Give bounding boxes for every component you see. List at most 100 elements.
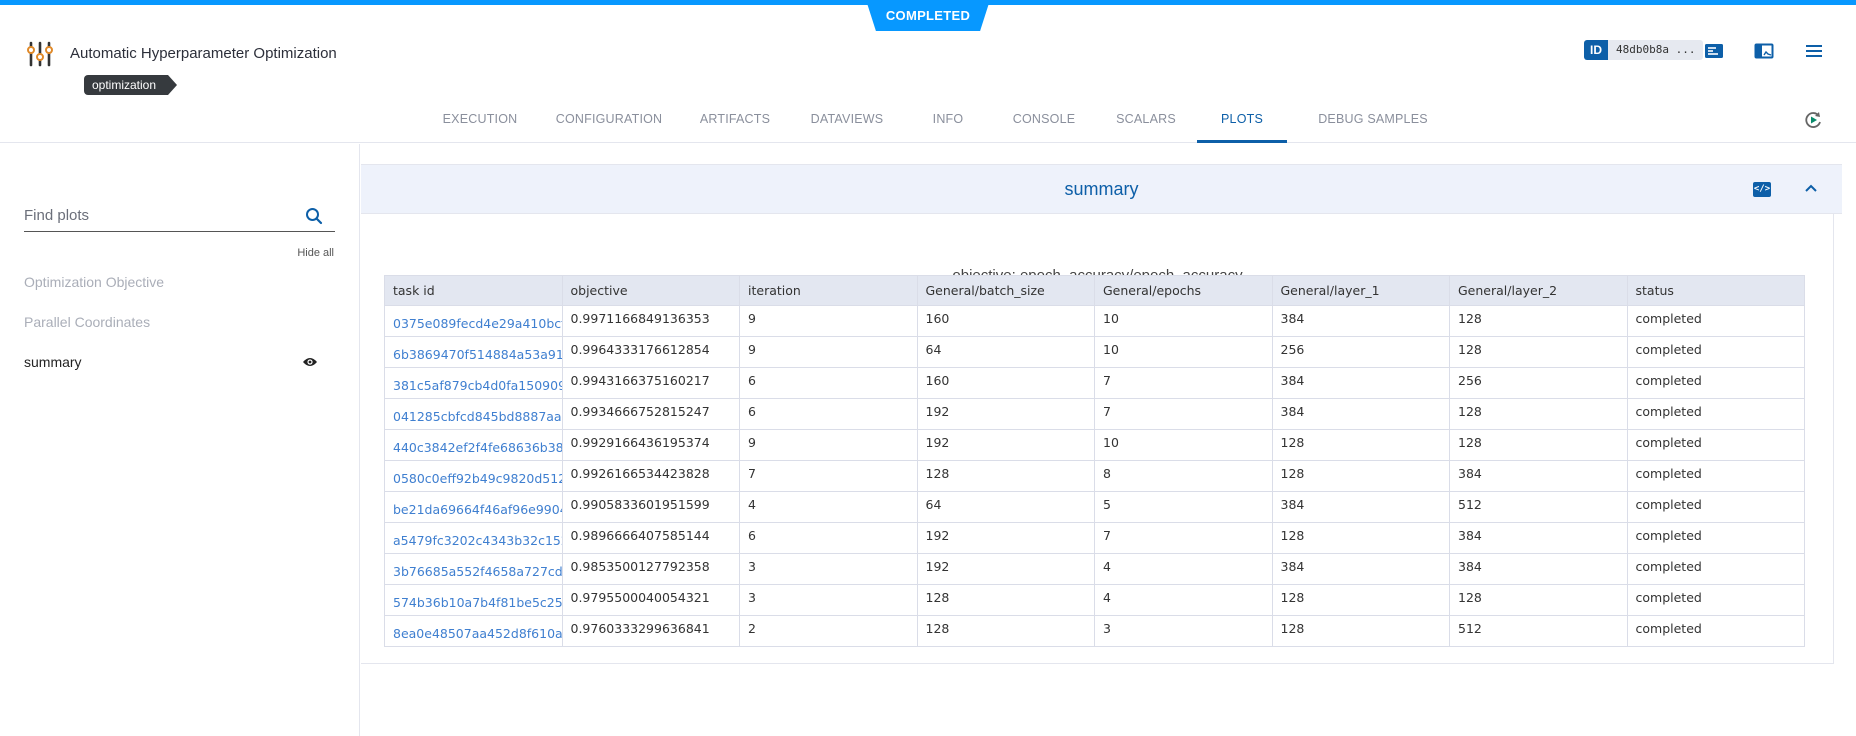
table-row: 574b36b10a7b4f81be5c25a 0.979550004005432… <box>384 584 1805 616</box>
table-row: 0580c0eff92b49c9820d5124 0.99261665344238… <box>384 460 1805 492</box>
plots-area: summary </> objective: epoch_accuracy/ep… <box>361 144 1856 736</box>
table-cell: 6 <box>739 398 918 430</box>
table-row: 0375e089fecd4e29a410bcf6 0.99711668491363… <box>384 305 1805 337</box>
search-icon[interactable] <box>305 207 323 225</box>
table-cell: 512 <box>1449 615 1628 647</box>
task-id-link[interactable]: a5479fc3202c4343b32c1529 <box>384 522 563 554</box>
split-view-icon[interactable] <box>1754 43 1774 59</box>
panel-header[interactable]: summary </> <box>361 164 1842 214</box>
table-cell: completed <box>1626 522 1805 554</box>
task-id-link[interactable]: 6b3869470f514884a53a911 <box>384 336 563 368</box>
table-cell: 160 <box>916 305 1095 337</box>
table-cell: 10 <box>1094 429 1273 461</box>
table-cell: 384 <box>1449 553 1628 585</box>
table-cell: 7 <box>739 460 918 492</box>
task-id-badge[interactable]: ID 48db0b8a ... <box>1584 40 1704 60</box>
details-panel-icon[interactable] <box>1704 43 1724 59</box>
plot-search <box>24 200 335 232</box>
task-id-link[interactable]: 041285cbfcd845bd8887aa0 <box>384 398 563 430</box>
table-cell: 2 <box>739 615 918 647</box>
table-cell: 384 <box>1271 398 1450 430</box>
table-row: 8ea0e48507aa452d8f610a5 0.976033329963684… <box>384 615 1805 647</box>
task-id-link[interactable]: 574b36b10a7b4f81be5c25a <box>384 584 563 616</box>
tab-execution[interactable]: EXECUTION <box>440 100 520 143</box>
table-cell: 10 <box>1094 305 1273 337</box>
table-cell: 128 <box>1449 429 1628 461</box>
table-cell: 4 <box>739 491 918 523</box>
embed-code-icon[interactable]: </> <box>1753 182 1771 197</box>
table-cell: 64 <box>916 336 1095 368</box>
tab-bar: EXECUTION CONFIGURATION ARTIFACTS DATAVI… <box>0 100 1856 143</box>
table-cell: 3 <box>739 553 918 585</box>
task-id-link[interactable]: be21da69664f46af96e99040 <box>384 491 563 523</box>
table-cell: completed <box>1626 460 1805 492</box>
column-header: General/batch_size <box>916 275 1095 306</box>
table-header-row: task id objective iteration General/batch_s… <box>384 275 1805 306</box>
table-cell: 128 <box>916 460 1095 492</box>
table-cell: 0.9926166534423828 <box>561 460 740 492</box>
column-header: General/epochs <box>1094 275 1273 306</box>
column-header: iteration <box>739 275 918 306</box>
table-cell: 64 <box>916 491 1095 523</box>
table-cell: 3 <box>739 584 918 616</box>
tab-console[interactable]: CONSOLE <box>1010 100 1078 143</box>
table-cell: 192 <box>916 429 1095 461</box>
table-cell: 0.9795500040054321 <box>561 584 740 616</box>
table-cell: 6 <box>739 522 918 554</box>
plot-item-summary[interactable]: summary <box>24 354 82 370</box>
plot-item-optimization-objective[interactable]: Optimization Objective <box>24 274 164 290</box>
tab-scalars[interactable]: SCALARS <box>1114 100 1178 143</box>
table-cell: 0.9905833601951599 <box>561 491 740 523</box>
eye-icon[interactable] <box>302 356 318 368</box>
table-cell: 3 <box>1094 615 1273 647</box>
task-id-link[interactable]: 0375e089fecd4e29a410bcf6 <box>384 305 563 337</box>
table-cell: 9 <box>739 305 918 337</box>
table-cell: 192 <box>916 522 1095 554</box>
tab-artifacts[interactable]: ARTIFACTS <box>696 100 774 143</box>
tab-plots[interactable]: PLOTS <box>1197 100 1287 143</box>
table-cell: 384 <box>1271 553 1450 585</box>
task-id-link[interactable]: 3b76685a552f4658a727cdd <box>384 553 563 585</box>
column-header: General/layer_2 <box>1449 275 1628 306</box>
task-id-link[interactable]: 8ea0e48507aa452d8f610a5 <box>384 615 563 647</box>
table-cell: 4 <box>1094 553 1273 585</box>
hide-all-button[interactable]: Hide all <box>297 247 334 259</box>
id-label: ID <box>1584 40 1608 60</box>
table-cell: 5 <box>1094 491 1273 523</box>
chevron-up-icon[interactable] <box>1804 181 1818 195</box>
table-cell: 512 <box>1449 491 1628 523</box>
tab-configuration[interactable]: CONFIGURATION <box>554 100 664 143</box>
plot-item-parallel-coordinates[interactable]: Parallel Coordinates <box>24 314 150 330</box>
menu-icon[interactable] <box>1804 43 1824 59</box>
table-cell: 0.9929166436195374 <box>561 429 740 461</box>
table-cell: 384 <box>1449 522 1628 554</box>
summary-table: task id objective iteration General/batch_s… <box>384 275 1805 647</box>
table-cell: 8 <box>1094 460 1273 492</box>
table-cell: 128 <box>1271 429 1450 461</box>
auto-refresh-icon[interactable] <box>1803 110 1823 130</box>
task-id-link[interactable]: 440c3842ef2f4fe68636b38f <box>384 429 563 461</box>
sliders-icon <box>27 41 53 67</box>
task-title: Automatic Hyperparameter Optimization <box>70 45 337 62</box>
search-input[interactable] <box>24 200 294 230</box>
table-cell: 384 <box>1271 367 1450 399</box>
table-cell: 9 <box>739 336 918 368</box>
table-cell: completed <box>1626 491 1805 523</box>
table-cell: completed <box>1626 584 1805 616</box>
tab-dataviews[interactable]: DATAVIEWS <box>808 100 886 143</box>
table-cell: 160 <box>916 367 1095 399</box>
summary-panel: summary </> objective: epoch_accuracy/ep… <box>361 164 1842 664</box>
id-value: 48db0b8a ... <box>1608 40 1704 60</box>
table-cell: 192 <box>916 553 1095 585</box>
table-cell: 6 <box>739 367 918 399</box>
table-cell: completed <box>1626 615 1805 647</box>
task-id-link[interactable]: 381c5af879cb4d0fa1509091 <box>384 367 563 399</box>
table-cell: 128 <box>1271 615 1450 647</box>
table-row: 6b3869470f514884a53a911 0.996433317661285… <box>384 336 1805 368</box>
task-tag[interactable]: optimization <box>84 75 178 95</box>
table-cell: 384 <box>1271 305 1450 337</box>
tab-debug-samples[interactable]: DEBUG SAMPLES <box>1306 100 1440 143</box>
task-id-link[interactable]: 0580c0eff92b49c9820d5124 <box>384 460 563 492</box>
table-cell: 256 <box>1271 336 1450 368</box>
tab-info[interactable]: INFO <box>928 100 968 143</box>
